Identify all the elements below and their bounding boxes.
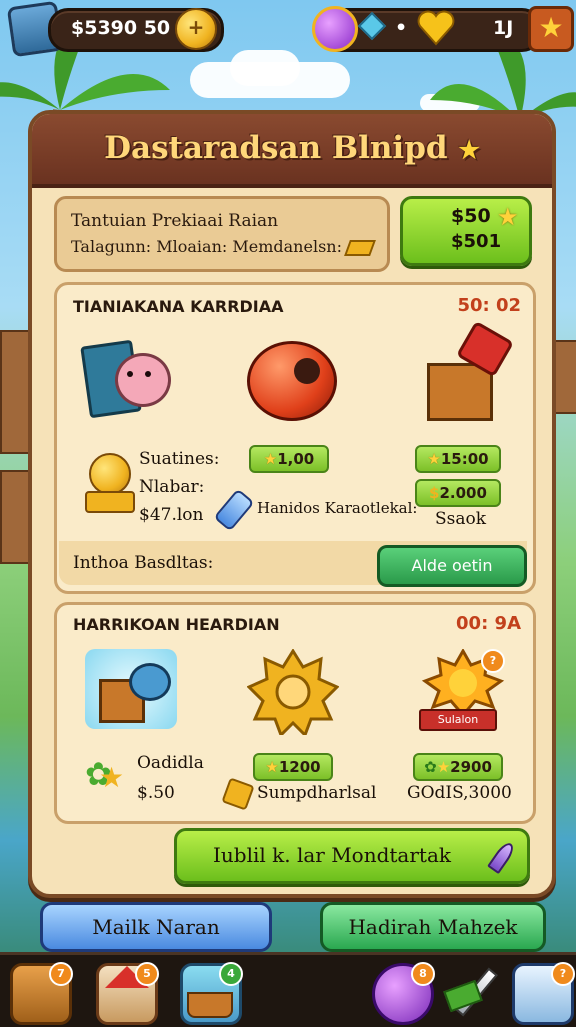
sack-text: Ssaok <box>435 509 487 529</box>
nav-badge: 7 <box>49 962 73 986</box>
panel-title: Dastaradsan Blnipd ★ <box>104 130 480 166</box>
gold-text: GOdIS,3000 <box>407 783 512 803</box>
gold-nugget-icon <box>221 777 255 811</box>
nav-mail-basket[interactable]: 4 <box>180 962 243 1025</box>
gold-gear-icon[interactable] <box>246 648 340 738</box>
star-icon: ★ <box>538 11 564 44</box>
nav-sword[interactable] <box>443 963 502 1019</box>
offer-section-1: TIANIAKANA KARRDIAA 50: 02 Suatines: Nla… <box>54 282 536 594</box>
clover-icon: ✿ <box>424 758 437 776</box>
sun-reward-icon[interactable]: Sulalon ? <box>417 647 509 735</box>
panel-title-bar: Dastaradsan Blnipd ★ <box>32 114 552 188</box>
nav-orb[interactable]: 8 <box>372 962 435 1025</box>
red-bomb-icon[interactable] <box>247 341 337 421</box>
reward-tag-1: ★1200 <box>253 753 333 781</box>
book-pet-icon[interactable] <box>80 337 171 419</box>
nav-badge: ? <box>551 962 575 986</box>
star-icon: ★ <box>263 450 278 468</box>
gold-coin-stack-icon <box>85 453 135 513</box>
plus-icon: + <box>187 15 205 39</box>
label-sualines: Suatines: <box>139 449 220 469</box>
star-icon: ★ <box>436 758 451 776</box>
collect-button-label: Alde oetin <box>411 556 493 575</box>
section-title: TIANIAKANA KARRDIAA <box>73 297 284 316</box>
price-button[interactable]: $50 $501 ★ <box>400 196 532 266</box>
info-box: Tantuian Prekiaai Raian Talagunn: Mloaia… <box>54 196 390 272</box>
sumph-text: Sumpdharlsal <box>257 783 377 803</box>
currency-amount: $5390 50 <box>71 17 171 39</box>
handles-text: Hanidos Karaotlekal: <box>257 499 418 517</box>
star-button[interactable]: ★ <box>528 6 574 52</box>
cash-icon <box>443 979 483 1013</box>
nav-house[interactable]: 5 <box>96 962 159 1025</box>
main-action-label: Iublil k. lar Mondtartak <box>212 843 451 867</box>
left-bottom-label: Mailk Naran <box>92 915 220 939</box>
robot-crate-icon[interactable] <box>85 649 177 729</box>
nav-chest[interactable]: 7 <box>10 962 73 1025</box>
bottom-nav: 7 5 4 8 ? <box>0 952 576 1027</box>
section-title: HARRIKOAN HEARDIAN <box>73 615 280 634</box>
right-bottom-label: Hadirah Mahzek <box>348 915 518 939</box>
orb-icon[interactable] <box>312 6 358 52</box>
title-star-icon: ★ <box>458 135 480 164</box>
gold-bar-icon <box>344 239 376 256</box>
treasure-box-icon[interactable] <box>427 320 515 421</box>
nav-box[interactable]: ? <box>512 962 575 1025</box>
info-line2: Talagunn: Mloaian: Memdanelsn: <box>71 237 376 256</box>
quill-icon <box>487 839 517 875</box>
right-bottom-button[interactable]: Hadirah Mahzek <box>320 902 546 952</box>
section-footer: Inthoa Basdltas: Alde oetin <box>59 541 527 587</box>
info-badge: ? <box>481 649 505 673</box>
sun-banner: Sulalon <box>419 709 497 731</box>
value-price: $47.lon <box>139 505 204 525</box>
hearts-count: 1J <box>493 17 514 39</box>
footer-label: Inthoa Basdltas: <box>73 553 214 573</box>
add-currency-button[interactable]: + <box>175 8 217 50</box>
star-icon: ★ <box>265 758 279 776</box>
price-line1: $50 <box>451 205 491 227</box>
left-bottom-button[interactable]: Mailk Naran <box>40 902 272 952</box>
bottle-icon <box>213 488 255 532</box>
section-timer: 00: 9A <box>456 613 521 634</box>
basket-icon <box>187 992 233 1018</box>
reward-tag-2: ✿★2900 <box>413 753 503 781</box>
reward-tag-3: $2.000 <box>415 479 501 507</box>
star-icon: ★ <box>427 450 441 468</box>
reward-tag-2: ★15:00 <box>415 445 501 473</box>
value-price: $.50 <box>137 783 175 803</box>
clover-star-icon: ✿ ★ <box>85 755 125 794</box>
collect-button[interactable]: Alde oetin <box>377 545 527 587</box>
main-action-button[interactable]: Iublil k. lar Mondtartak <box>174 828 530 884</box>
heart-icon <box>417 10 455 46</box>
dollar-icon: $ <box>429 484 440 502</box>
label-nlabar: Nlabar: <box>139 477 205 497</box>
reward-tag-1: ★1,00 <box>249 445 329 473</box>
star-icon: ★ <box>497 203 519 231</box>
price-line2: $501 <box>451 231 502 252</box>
info-line1: Tantuian Prekiaai Raian <box>71 211 279 231</box>
nav-badge: 4 <box>219 962 243 986</box>
gems-separator: • <box>395 17 408 39</box>
label-oadidla: Oadidla <box>137 753 204 773</box>
top-bar: $5390 50 + • 1J ★ <box>0 0 576 58</box>
shop-panel: Dastaradsan Blnipd ★ Tantuian Prekiaai R… <box>28 110 556 898</box>
section-timer: 50: 02 <box>457 295 521 316</box>
nav-badge: 5 <box>135 962 159 986</box>
nav-badge: 8 <box>411 962 435 986</box>
offer-section-2: HARRIKOAN HEARDIAN 00: 9A Sulalon ? ✿ ★ … <box>54 602 536 824</box>
